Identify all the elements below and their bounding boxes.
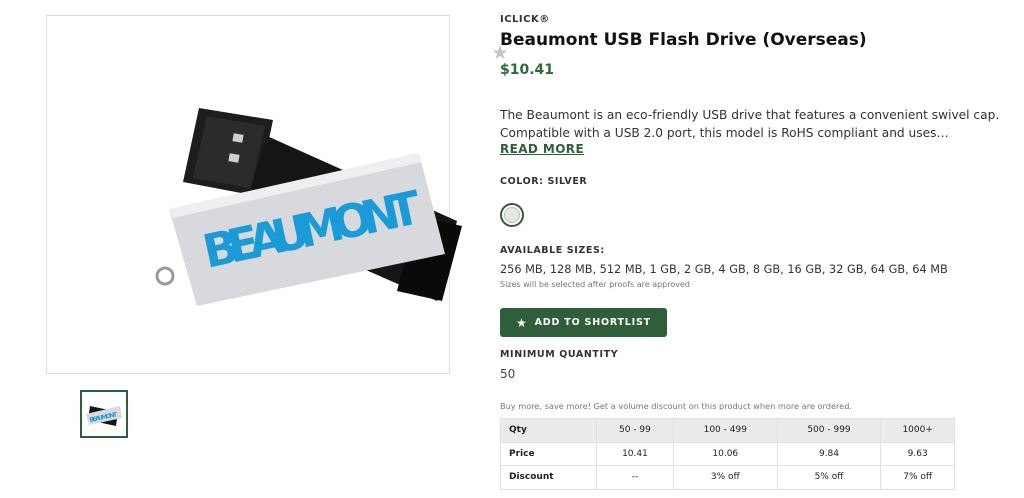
brand-name: ICLICK®	[500, 14, 550, 25]
table-cell: 10.06	[672, 441, 778, 466]
table-cell: 7% off	[880, 465, 955, 490]
product-title: Beaumont USB Flash Drive (Overseas)	[500, 30, 867, 50]
table-cell: Price	[500, 441, 597, 466]
color-label: COLOR: SILVER	[500, 176, 588, 187]
available-sizes-label: AVAILABLE SIZES:	[500, 245, 605, 256]
pricing-table: Qty 50 - 99 100 - 499 500 - 999 1000+ Pr…	[500, 418, 955, 490]
product-price: $10.41	[500, 62, 555, 78]
available-sizes-list: 256 MB, 128 MB, 512 MB, 1 GB, 2 GB, 4 GB…	[500, 263, 948, 276]
table-cell: 9.84	[776, 441, 882, 466]
swatch-fill	[504, 207, 520, 223]
table-cell: 9.63	[880, 441, 955, 466]
usb-drive-image: BEAUMONT	[155, 108, 462, 306]
description-line-2: Compatible with a USB 2.0 port, this mod…	[500, 126, 952, 140]
add-to-shortlist-button[interactable]: ★ ADD TO SHORTLIST	[500, 308, 667, 337]
minimum-quantity-value: 50	[500, 367, 516, 381]
table-header-cell: 1000+	[880, 418, 955, 443]
table-cell: 5% off	[776, 465, 882, 490]
table-header-row: Qty 50 - 99 100 - 499 500 - 999 1000+	[500, 418, 955, 443]
table-row-price: Price 10.41 10.06 9.84 9.63	[500, 441, 955, 466]
table-header-cell: 50 - 99	[596, 418, 674, 443]
key-ring	[155, 266, 175, 286]
table-cell: 10.41	[596, 441, 674, 466]
sizes-note: Sizes will be selected after proofs are …	[500, 280, 690, 289]
thumbnail-usb-image: BEAUMONT	[86, 406, 122, 426]
table-cell: --	[596, 465, 674, 490]
table-header-cell: 500 - 999	[776, 418, 882, 443]
add-to-shortlist-label: ADD TO SHORTLIST	[534, 317, 651, 328]
product-image-frame[interactable]: BEAUMONT ★	[46, 15, 509, 374]
description-line-1: The Beaumont is an eco-friendly USB driv…	[500, 108, 1000, 122]
table-cell: Discount	[500, 465, 597, 490]
star-icon: ★	[516, 315, 528, 330]
product-description: The Beaumont is an eco-friendly USB driv…	[500, 106, 1000, 142]
color-swatch-silver[interactable]	[500, 203, 524, 227]
table-row-discount: Discount -- 3% off 5% off 7% off	[500, 465, 955, 490]
read-more-link[interactable]: READ MORE	[500, 142, 584, 156]
table-header-cell: Qty	[500, 418, 597, 443]
volume-discount-note: Buy more, save more! Get a volume discou…	[500, 401, 853, 411]
table-header-cell: 100 - 499	[672, 418, 778, 443]
table-cell: 3% off	[672, 465, 778, 490]
minimum-quantity-label: MINIMUM QUANTITY	[500, 349, 619, 360]
thumbnail-selected[interactable]: BEAUMONT	[80, 390, 128, 438]
